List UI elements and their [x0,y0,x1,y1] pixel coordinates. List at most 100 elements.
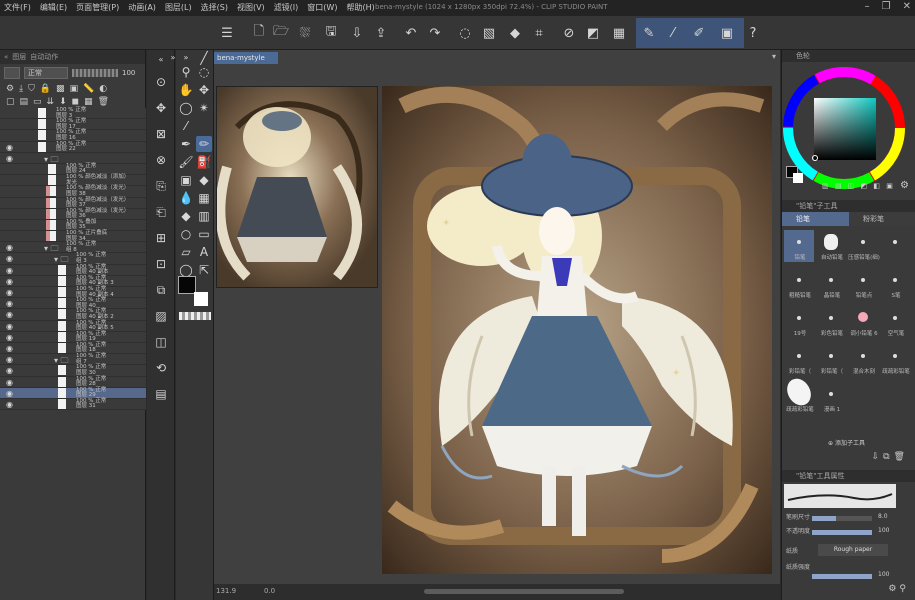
tab-pencil[interactable]: 铅笔 [782,212,849,226]
menu-window[interactable]: 窗口(W) [307,2,337,13]
lock-alpha-icon[interactable]: ▩ [56,84,65,94]
copy-icon[interactable]: ⎘ [153,178,169,194]
zoom-value[interactable]: 131.9 [216,587,236,595]
eyedropper-icon[interactable]: ⁄ [178,118,194,134]
image-icon[interactable]: ▨ [153,308,169,324]
pan-icon[interactable]: ✥ [153,100,169,116]
layer-row[interactable]: ◉ 100 % 正常 图层 31 [0,398,146,411]
paste-icon[interactable]: ⎗ [153,204,169,220]
snap-ruler-icon[interactable]: ▦ [610,24,628,42]
text-tool-icon[interactable]: A [196,244,212,260]
ruler-icon[interactable]: 📏 [83,84,94,94]
save-icon[interactable]: 🖫 [322,24,340,42]
brush-item[interactable]: 彩铅笔（ [816,344,846,376]
layer-row[interactable]: ◉ 100 % 正常 图层 40 副本 5 [0,320,146,332]
layer-color-box[interactable] [4,67,20,79]
snap-grid-icon[interactable]: ◩ [584,24,602,42]
pencil-icon[interactable]: ✐ [690,24,708,42]
delete-icon[interactable]: ⊠ [153,126,169,142]
new-vector-layer-icon[interactable]: ▤ [20,97,29,107]
clip-icon[interactable]: ⤓ [19,84,23,94]
fill-icon[interactable]: ◆ [506,24,524,42]
new-icon[interactable]: 🗋 [250,24,268,42]
add-sub-tool-button[interactable]: ⊕ 添加子工具 [828,438,865,447]
property-actions[interactable]: ⚙⚲ [888,584,909,594]
tab-menu-icon[interactable]: ▾ [772,52,776,61]
pen-stabilize-icon[interactable]: ✎ [640,24,658,42]
new-folder-icon[interactable]: ▭ [33,97,42,107]
brush-item[interactable]: 疏疏彩铅笔 [880,344,910,376]
eye-icon[interactable]: ◉ [6,143,13,152]
brush-tool-icon[interactable]: 🖌 [178,154,194,170]
new-layer-icon[interactable]: ⊡ [153,256,169,272]
menu-icon[interactable]: ☰ [218,24,236,42]
eraser-tool-icon[interactable]: ◆ [196,172,212,188]
airbrush-tool-icon[interactable]: ⛽ [196,154,212,170]
layer-row[interactable]: ◉ 100 % 正常 图层 19 [0,331,146,343]
tab-auto-action[interactable]: 自动动作 [30,52,58,62]
gradient-tool-icon[interactable]: ▥ [196,208,212,224]
zoom-tool-icon[interactable]: ⚲ [178,64,194,80]
brush-item[interactable]: 彩色铅笔 [816,306,846,338]
adjust-icon[interactable]: ◫ [153,334,169,350]
merge-down-icon[interactable]: ⬇ [59,97,67,107]
eye-icon[interactable]: ◉ [6,378,13,387]
brush-item[interactable]: 粗糙铅笔 [784,268,814,300]
color-bg-swatch[interactable] [793,173,803,183]
menu-help[interactable]: 帮助(H) [346,2,374,13]
layer-row[interactable]: ◉ 100 % 正常 图层 30 [0,365,146,377]
merge-icon[interactable]: ⊞ [153,230,169,246]
frame-tool-icon[interactable]: ▭ [196,226,212,242]
transform-icon[interactable]: ⌗ [530,24,548,42]
transparent-color[interactable] [179,312,211,320]
eye-icon[interactable]: ◉ [6,322,13,331]
rotate-icon[interactable]: ⟲ [153,360,169,376]
blend-tool-icon[interactable]: 💧 [178,190,194,206]
eye-icon[interactable]: ◉ [6,254,13,263]
layer-row[interactable]: ◉ ▾ 🗀 100 % 正常组 3 [0,253,146,265]
brush-item[interactable]: 晶铅笔 [816,268,846,300]
brush-item[interactable]: 调小铅笔 6 [848,306,878,338]
brush-item[interactable]: 19号 [784,306,814,338]
mask-icon[interactable]: ▣ [70,84,79,94]
menu-filter[interactable]: 滤镜(I) [274,2,299,13]
brush-icon[interactable]: ⁄ [664,24,682,42]
layer-row[interactable]: ◉ 100 % 正常 图层 40 副本 2 [0,309,146,321]
lock-icon[interactable]: 🔒 [40,84,51,94]
delete-layer-icon[interactable]: 🗑 [98,97,109,107]
brush-item[interactable]: 压感铅笔(细) [848,230,880,262]
eye-icon[interactable]: ◉ [6,355,13,364]
paper-texture-select[interactable]: Rough paper [818,544,888,556]
menu-select[interactable]: 选择(S) [201,2,228,13]
undo-icon[interactable]: ↶ [402,24,420,42]
brush-item[interactable]: 混合木刻 [848,344,878,376]
opacity-slider[interactable] [72,69,118,77]
angle-value[interactable]: 0.0 [264,587,275,595]
fill-tool-icon[interactable]: ◆ [178,208,194,224]
menu-layer[interactable]: 图层(L) [165,2,192,13]
pattern-tool-icon[interactable]: ▦ [196,190,212,206]
eye-icon[interactable]: ◉ [6,288,13,297]
document-tab[interactable]: bena-mystyle [214,52,278,64]
paper-strength-slider[interactable] [812,574,872,579]
decoration-tool-icon[interactable]: ▣ [178,172,194,188]
menu-page[interactable]: 页面管理(P) [76,2,119,13]
select-lasso-icon[interactable]: ◯ [178,100,194,116]
layer-row[interactable]: 100 % 颜色减淡（发光） 图层 37 [0,197,146,209]
clear-icon[interactable]: ▧ [480,24,498,42]
export2-icon[interactable]: ⇪ [372,24,390,42]
record-icon[interactable]: ▣ [718,24,736,42]
snap-off-icon[interactable]: ⊘ [560,24,578,42]
export-icon[interactable]: ⇩ [348,24,366,42]
layer-row[interactable]: ◉ 100 % 正常 图层 40 副本 3 [0,275,146,287]
brush-item[interactable]: S笔 [880,268,910,300]
brush-item[interactable]: 空气笔 [880,306,910,338]
main-canvas[interactable]: ✦ ✦ [382,86,772,574]
zoom-icon[interactable]: ⊙ [153,74,169,90]
layer-row[interactable]: ◉ 100 % 正常 图层 40 副本 [0,264,146,276]
magic-wand-icon[interactable]: ✴ [196,100,212,116]
apply-mask-icon[interactable]: ◼ [72,97,79,107]
brush-item[interactable]: 铅笔点 [848,268,878,300]
color-mode-icons[interactable]: ▥ ▤ ◫ ◩ ◧ ▣ [822,182,895,190]
shape-tool-icon[interactable]: ○ [178,226,194,242]
